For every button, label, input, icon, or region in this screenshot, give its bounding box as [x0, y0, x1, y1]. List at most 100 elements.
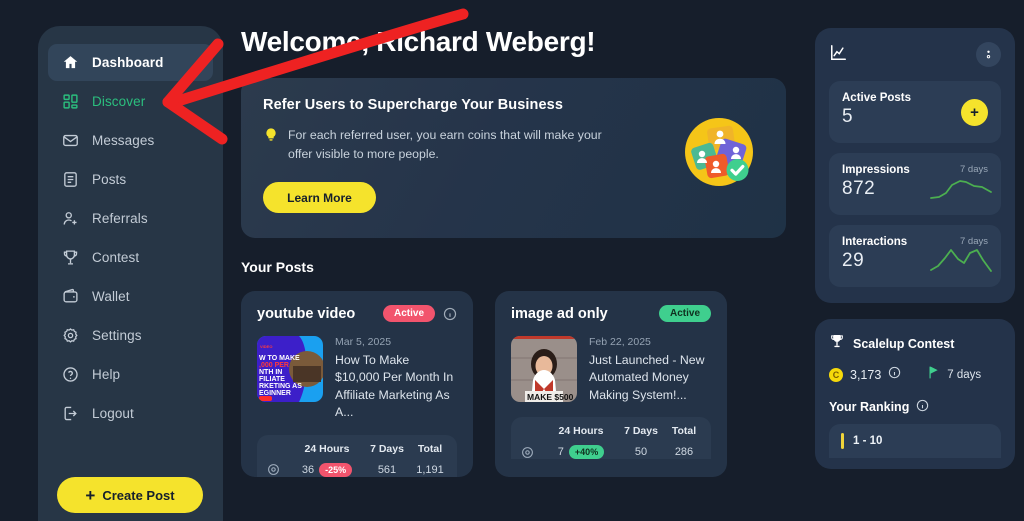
- impressions-eye-icon: [521, 446, 547, 459]
- sidebar-item-label: Settings: [92, 328, 142, 343]
- contest-days-left: 7 days: [947, 369, 982, 381]
- sidebar-item-label: Help: [92, 367, 121, 382]
- metrics-icon-col: [521, 425, 547, 437]
- ranking-row[interactable]: 1 - 10: [841, 433, 989, 449]
- svg-text:MAKE $500: MAKE $500: [527, 392, 574, 402]
- status-badge: Active: [658, 305, 711, 322]
- metric-7d-value: 561: [377, 463, 397, 476]
- your-ranking-label: Your Ranking: [829, 399, 1001, 415]
- svg-text:EGINNER: EGINNER: [259, 390, 291, 397]
- create-post-button[interactable]: + Create Post: [57, 477, 203, 513]
- info-icon[interactable]: [888, 366, 901, 384]
- stat-period-label: 7 days: [960, 236, 988, 247]
- post-card[interactable]: image ad only Active MAKE $500 Feb 22, 2…: [495, 291, 727, 477]
- sparkline-interactions: [930, 247, 992, 278]
- document-icon: [62, 171, 79, 188]
- info-icon[interactable]: [916, 399, 929, 415]
- sidebar-item-label: Posts: [92, 172, 127, 187]
- sidebar-item-logout[interactable]: Logout: [48, 395, 213, 432]
- metrics-col-7d: 7 Days: [370, 442, 404, 455]
- mail-icon: [62, 132, 79, 149]
- sidebar-item-messages[interactable]: Messages: [48, 122, 213, 159]
- create-post-label: Create Post: [102, 487, 175, 503]
- stat-card-active-posts[interactable]: Active Posts 5 +: [829, 81, 1001, 143]
- stat-period-label: 7 days: [960, 164, 988, 175]
- grid-icon: [62, 93, 79, 110]
- svg-text:NTH IN: NTH IN: [259, 369, 282, 376]
- post-metrics-table: 24 Hours 7 Days Total 7 +40% 50 286: [511, 417, 711, 460]
- referral-network-icon: [682, 115, 756, 189]
- sidebar-item-wallet[interactable]: Wallet: [48, 278, 213, 315]
- post-metrics-table: 24 Hours 7 Days Total 36 -25% 561 1,191: [257, 434, 457, 477]
- post-thumbnail: VIDEO W TO MAKE ,000 PER NTH IN FILIATE …: [257, 336, 323, 402]
- metric-total-value: 1,191: [416, 463, 444, 476]
- stat-card-interactions[interactable]: Interactions 29 7 days: [829, 225, 1001, 287]
- stat-card-impressions[interactable]: Impressions 872 7 days: [829, 153, 1001, 215]
- metrics-col-24h: 24 Hours: [558, 425, 604, 438]
- rank-color-bar: [841, 433, 844, 449]
- metric-7d-value: 50: [634, 446, 648, 459]
- refer-card-text: For each referred user, you earn coins t…: [288, 128, 602, 162]
- sidebar-item-label: Discover: [92, 94, 146, 109]
- trophy-icon: [62, 249, 79, 266]
- post-title: image ad only: [511, 305, 608, 322]
- post-description: How To Make $10,000 Per Month In Affilia…: [335, 353, 454, 420]
- add-post-button[interactable]: +: [961, 99, 988, 126]
- your-ranking-text: Your Ranking: [829, 400, 910, 414]
- sidebar-item-label: Wallet: [92, 289, 130, 304]
- metrics-header-row: 24 Hours 7 Days Total: [267, 443, 447, 455]
- sidebar-item-contest[interactable]: Contest: [48, 239, 213, 276]
- post-card-body: VIDEO W TO MAKE ,000 PER NTH IN FILIATE …: [257, 336, 457, 422]
- metric-total-value: 286: [674, 446, 694, 459]
- refer-card-body: For each referred user, you earn coins t…: [263, 126, 603, 164]
- sparkline-impressions: [930, 177, 992, 206]
- impressions-eye-icon: [267, 463, 293, 476]
- sidebar: Dashboard Discover Messages Posts Referr…: [38, 26, 223, 521]
- metrics-icon-col: [267, 443, 293, 455]
- sidebar-item-label: Messages: [92, 133, 155, 148]
- line-chart-icon: [829, 43, 848, 67]
- stats-panel: Active Posts 5 + Impressions 872 7 days …: [815, 28, 1015, 303]
- sidebar-item-posts[interactable]: Posts: [48, 161, 213, 198]
- post-title: youtube video: [257, 305, 356, 322]
- metrics-col-7d: 7 Days: [624, 425, 658, 438]
- wallet-icon: [62, 288, 79, 305]
- post-description: Just Launched - New Automated Money Maki…: [589, 353, 705, 402]
- plus-icon: +: [85, 485, 96, 505]
- metrics-col-total: Total: [417, 442, 443, 455]
- contest-title: Scalelup Contest: [853, 336, 955, 351]
- lightbulb-icon: [263, 127, 279, 164]
- question-circle-icon: [62, 366, 79, 383]
- post-meta: Feb 22, 2025 Just Launched - New Automat…: [589, 336, 711, 404]
- dashboard-screen: Dashboard Discover Messages Posts Referr…: [0, 0, 1024, 521]
- trophy-icon: [829, 333, 845, 354]
- sidebar-item-label: Referrals: [92, 211, 148, 226]
- svg-text:RKETING AS: RKETING AS: [259, 383, 302, 390]
- rank-range-label: 1 - 10: [853, 435, 883, 447]
- sidebar-item-settings[interactable]: Settings: [48, 317, 213, 354]
- sidebar-item-label: Dashboard: [92, 55, 164, 70]
- info-icon[interactable]: [443, 307, 457, 321]
- svg-text:W TO MAKE: W TO MAKE: [259, 355, 300, 362]
- learn-more-button[interactable]: Learn More: [263, 182, 376, 214]
- post-card-body: MAKE $500 Feb 22, 2025 Just Launched - N…: [511, 336, 711, 404]
- sidebar-item-referrals[interactable]: Referrals: [48, 200, 213, 237]
- post-card[interactable]: youtube video Active VIDEO W TO MAKE ,00…: [241, 291, 473, 477]
- post-card-header: image ad only Active: [511, 305, 711, 322]
- sidebar-item-dashboard[interactable]: Dashboard: [48, 44, 213, 81]
- refer-users-card: Refer Users to Supercharge Your Business…: [241, 78, 786, 238]
- page-title: Welcome, Richard Weberg!: [241, 26, 596, 57]
- post-date: Mar 5, 2025: [335, 336, 392, 348]
- sidebar-item-discover[interactable]: Discover: [48, 83, 213, 120]
- sidebar-item-label: Contest: [92, 250, 140, 265]
- coin-icon: C: [829, 368, 843, 382]
- kebab-menu-icon[interactable]: [976, 42, 1001, 67]
- svg-text:,000 PER: ,000 PER: [259, 362, 289, 369]
- user-plus-icon: [62, 210, 79, 227]
- main-content: Welcome, Richard Weberg! Refer Users to …: [241, 26, 801, 477]
- your-posts-heading: Your Posts: [241, 259, 314, 275]
- metrics-header-row: 24 Hours 7 Days Total: [521, 425, 701, 437]
- sidebar-item-help[interactable]: Help: [48, 356, 213, 393]
- post-date: Feb 22, 2025: [589, 336, 651, 348]
- metrics-data-row: 7 +40% 50 286: [521, 445, 701, 460]
